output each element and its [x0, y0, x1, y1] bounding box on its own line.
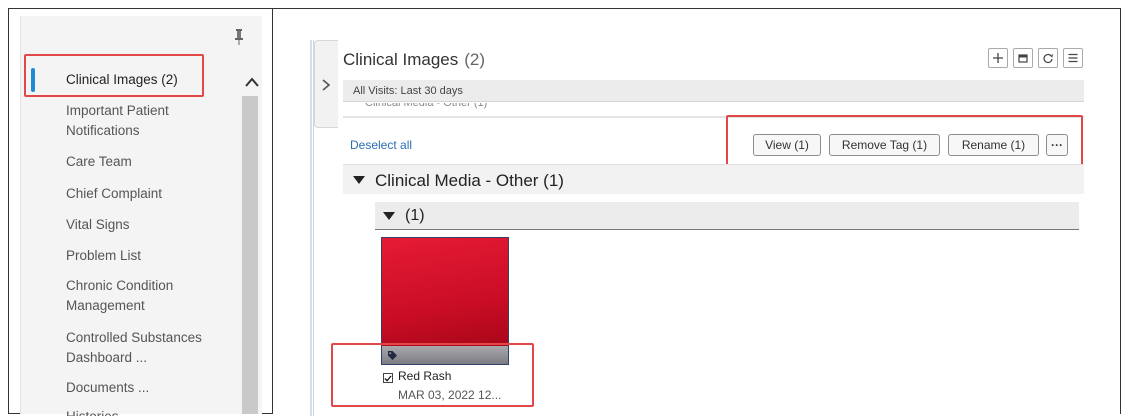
divider [343, 116, 1084, 118]
sidebar-item-controlled-substances-dashboard[interactable]: Controlled Substances Dashboard ... [66, 328, 226, 368]
page-title-count: (2) [464, 50, 486, 69]
sidebar-item-problem-list[interactable]: Problem List [66, 246, 141, 266]
page-title: Clinical Images (2) [343, 50, 485, 70]
caret-down-icon[interactable] [383, 212, 395, 220]
remove-tag-button[interactable]: Remove Tag (1) [829, 134, 940, 156]
menu-button[interactable] [1063, 48, 1083, 68]
sidebar-scrollbar[interactable] [242, 96, 258, 414]
image-name[interactable]: Red Rash [398, 369, 451, 383]
sidebar-item-vital-signs[interactable]: Vital Signs [66, 215, 130, 235]
rename-button[interactable]: Rename (1) [948, 134, 1039, 156]
active-indicator [31, 68, 35, 92]
visit-filter[interactable]: All Visits: Last 30 days [343, 80, 1084, 102]
tag-icon[interactable] [387, 350, 398, 361]
caret-down-icon[interactable] [353, 176, 365, 184]
refresh-button[interactable] [1038, 48, 1058, 68]
chevron-up-icon[interactable] [244, 76, 260, 88]
page-title-text: Clinical Images [343, 50, 459, 69]
sidebar-item-histories[interactable]: Histories [66, 407, 119, 416]
sidebar-item-chronic-condition-management[interactable]: Chronic Condition Management [66, 276, 206, 316]
chevron-right-icon [322, 79, 331, 91]
panel-divider [310, 40, 312, 416]
menu-icon [1068, 53, 1078, 63]
group-header[interactable]: Clinical Media - Other (1) [343, 164, 1084, 194]
thumbnail-tag-bar [381, 346, 509, 365]
calendar-button[interactable] [1013, 48, 1033, 68]
pin-icon[interactable] [234, 28, 244, 46]
refresh-icon [1043, 53, 1053, 64]
expand-sidebar-tab[interactable] [314, 40, 338, 128]
calendar-icon [1018, 54, 1028, 63]
image-date: MAR 03, 2022 12... [398, 388, 502, 402]
add-button[interactable] [988, 48, 1008, 68]
sidebar-item-care-team[interactable]: Care Team [66, 152, 132, 172]
sidebar-item-important-patient-notifications[interactable]: Important Patient Notifications [66, 101, 216, 141]
sidebar-item-documents[interactable]: Documents ... [66, 378, 149, 398]
view-button[interactable]: View (1) [753, 134, 821, 156]
subgroup-header[interactable]: (1) [375, 202, 1079, 230]
plus-icon [993, 53, 1003, 63]
scrolled-row-remnant: Clinical Media - Other (1) [365, 103, 488, 109]
image-select-checkbox[interactable] [383, 373, 393, 383]
more-actions-button[interactable]: ··· [1046, 134, 1068, 156]
sidebar-item-clinical-images[interactable]: Clinical Images (2) [66, 70, 178, 90]
deselect-all-link[interactable]: Deselect all [350, 138, 412, 152]
sidebar-item-chief-complaint[interactable]: Chief Complaint [66, 184, 162, 204]
checkmark-icon [384, 374, 392, 382]
